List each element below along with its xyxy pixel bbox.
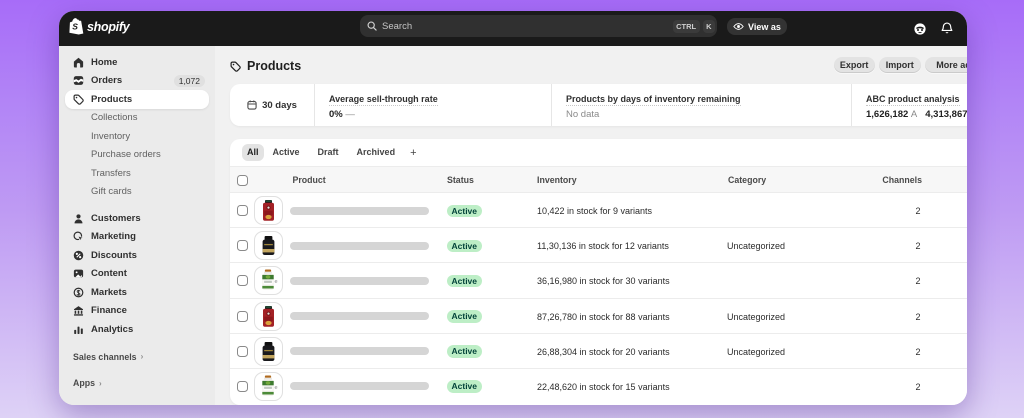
- svg-text:S: S: [72, 22, 78, 32]
- svg-text:e: e: [275, 385, 278, 391]
- svg-text:e: e: [275, 279, 278, 285]
